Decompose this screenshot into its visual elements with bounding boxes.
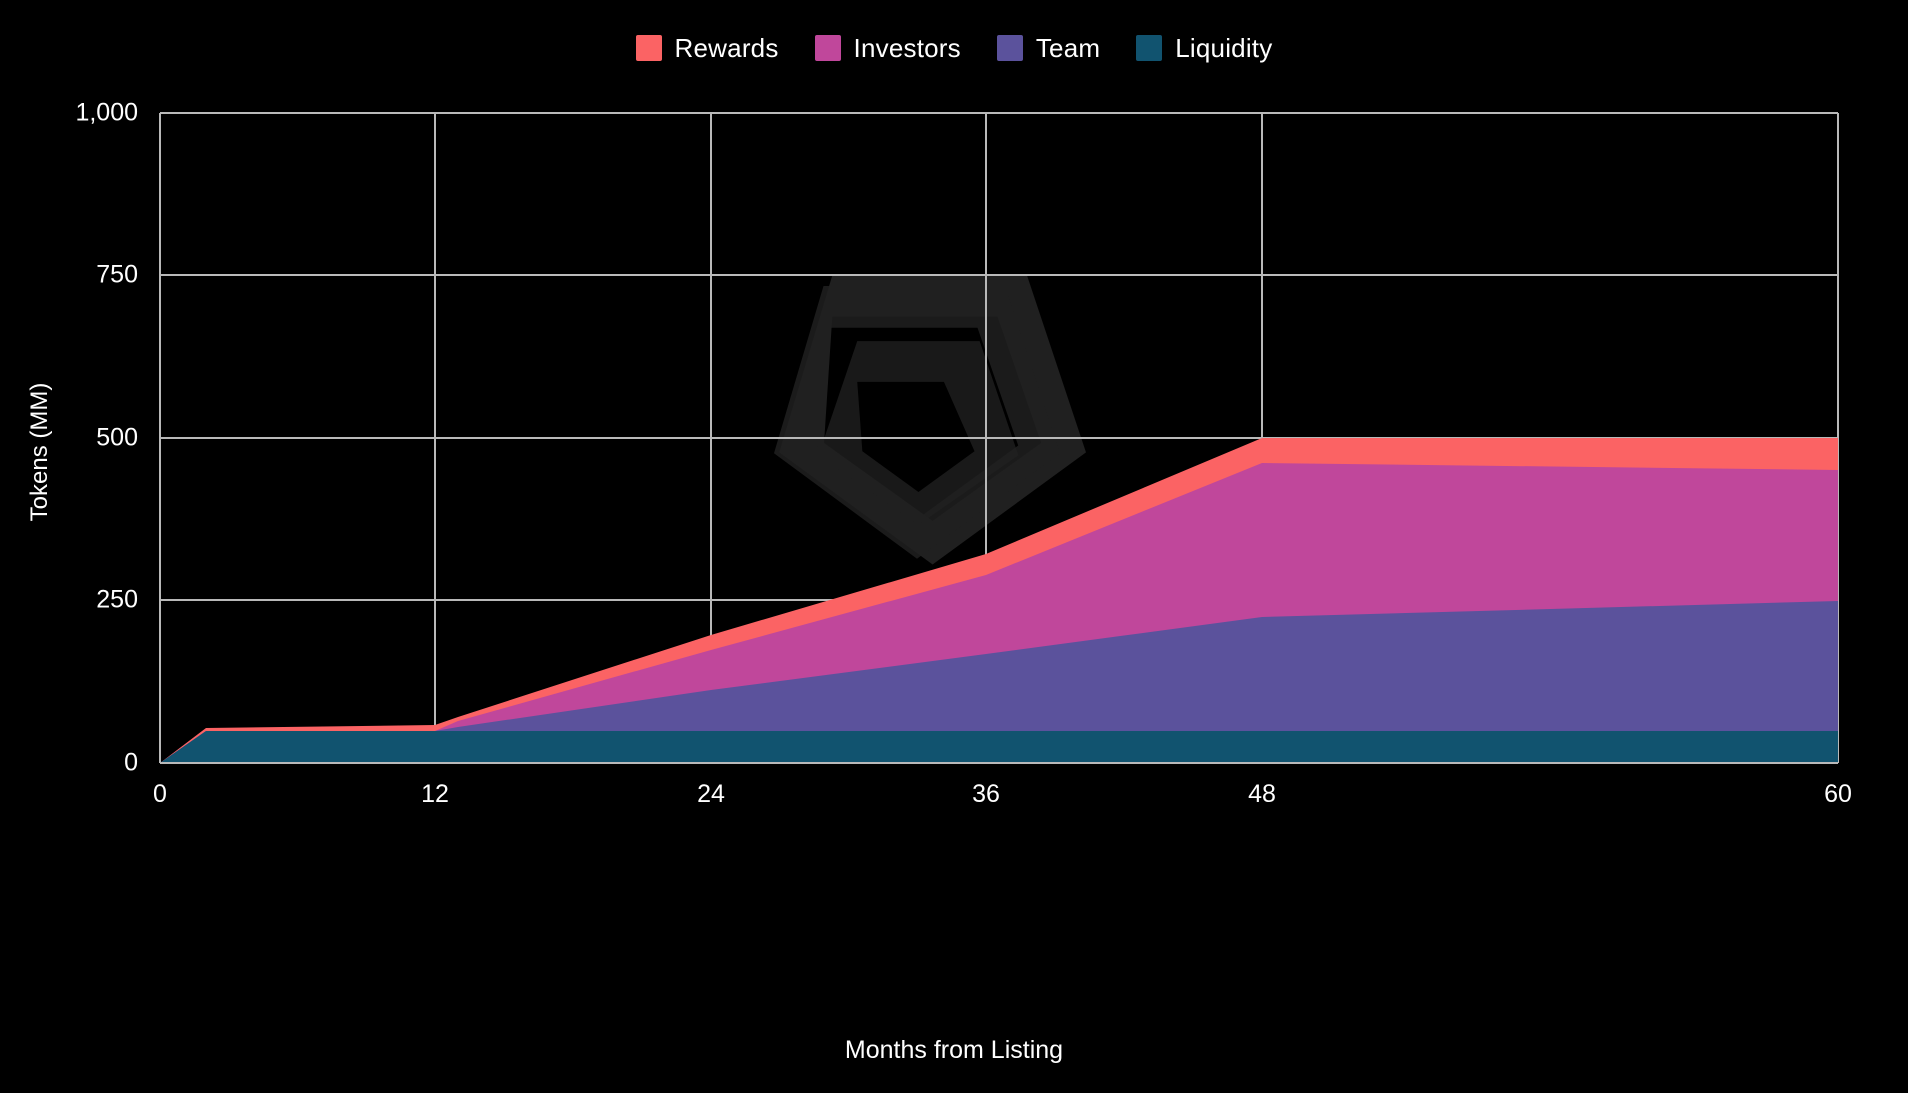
stacked-area-chart: 1,000 750 500 250 0 0 12 24 36 48 60 Tok… (0, 0, 1908, 1093)
x-axis-title: Months from Listing (844, 1036, 1064, 1064)
y-tick-250: 250 (96, 585, 138, 614)
y-axis-title: Tokens (MM) (26, 382, 53, 522)
x-tick-48: 48 (1248, 780, 1276, 808)
y-tick-1000: 1,000 (75, 98, 138, 127)
x-tick-24: 24 (697, 780, 725, 808)
y-tick-0: 0 (124, 748, 138, 777)
x-tick-60: 60 (1824, 780, 1852, 808)
x-tick-12: 12 (421, 780, 449, 808)
watermark-logo (774, 275, 1087, 565)
plot-canvas (159, 112, 1839, 764)
area-liquidity (160, 731, 1838, 763)
x-tick-36: 36 (972, 780, 1000, 808)
y-tick-750: 750 (96, 260, 138, 289)
x-tick-0: 0 (153, 780, 167, 808)
